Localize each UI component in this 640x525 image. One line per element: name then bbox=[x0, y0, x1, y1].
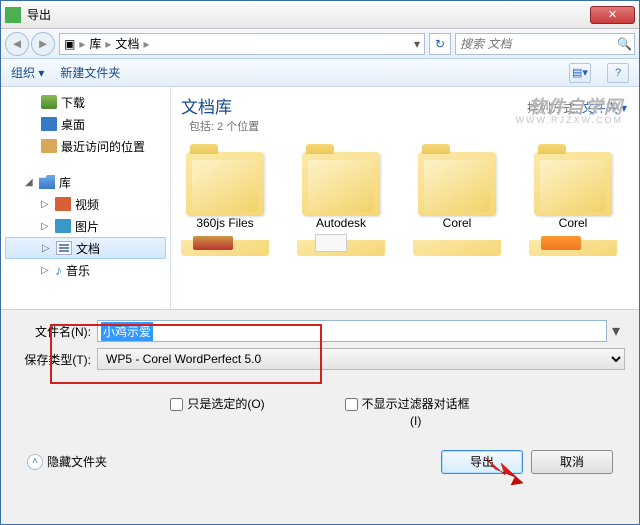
expand-icon[interactable]: ▷ bbox=[41, 221, 51, 232]
toolbar: 组织 ▾ 新建文件夹 ▤▾ ? bbox=[1, 59, 639, 87]
recent-icon bbox=[41, 139, 57, 153]
chevron-up-icon: ˄ bbox=[27, 454, 43, 470]
download-icon bbox=[41, 95, 57, 109]
new-folder-button[interactable]: 新建文件夹 bbox=[60, 64, 120, 81]
tree-videos[interactable]: ▷视频 bbox=[1, 193, 170, 215]
folder-icon bbox=[534, 152, 612, 216]
library-icon bbox=[39, 175, 55, 189]
folder-item-partial[interactable] bbox=[181, 240, 269, 256]
search-box[interactable]: 🔍 bbox=[455, 33, 635, 55]
nav-forward-button[interactable]: ► bbox=[31, 32, 55, 56]
folder-item-partial[interactable] bbox=[413, 240, 501, 256]
search-input[interactable] bbox=[460, 37, 617, 51]
view-mode-button[interactable]: ▤▾ bbox=[569, 63, 591, 83]
filetype-label: 保存类型(T): bbox=[15, 351, 97, 368]
folder-icon bbox=[186, 152, 264, 216]
filename-value: 小鸡示爱 bbox=[101, 322, 153, 341]
folder-item[interactable]: Autodesk bbox=[297, 152, 385, 230]
filename-label: 文件名(N): bbox=[15, 323, 97, 340]
export-dialog: 导出 ✕ ◄ ► ▣ ▸ 库 ▸ 文档 ▸ ▾ ↻ 🔍 组织 ▾ 新建文件夹 ▤… bbox=[0, 0, 640, 525]
expand-icon[interactable]: ▷ bbox=[41, 199, 51, 210]
organize-menu[interactable]: 组织 ▾ bbox=[11, 64, 44, 81]
tree-music[interactable]: ▷♪音乐 bbox=[1, 259, 170, 281]
no-filter-checkbox[interactable]: 不显示过滤器对话框(I) bbox=[345, 396, 470, 430]
document-icon bbox=[56, 241, 72, 255]
chevron-right-icon: ▸ bbox=[143, 37, 149, 51]
tree-recent[interactable]: 最近访问的位置 bbox=[1, 135, 170, 157]
video-icon bbox=[55, 197, 71, 211]
picture-icon bbox=[55, 219, 71, 233]
filetype-select[interactable]: WP5 - Corel WordPerfect 5.0 bbox=[97, 348, 625, 370]
folder-item[interactable]: 360js Files bbox=[181, 152, 269, 230]
breadcrumb-dropdown-icon[interactable]: ▾ bbox=[414, 37, 420, 51]
breadcrumb[interactable]: ▣ ▸ 库 ▸ 文档 ▸ ▾ bbox=[59, 33, 425, 55]
close-button[interactable]: ✕ bbox=[590, 6, 635, 24]
breadcrumb-root-icon: ▣ bbox=[64, 37, 75, 51]
chevron-right-icon: ▸ bbox=[105, 37, 111, 51]
nav-bar: ◄ ► ▣ ▸ 库 ▸ 文档 ▸ ▾ ↻ 🔍 bbox=[1, 29, 639, 59]
sort-control[interactable]: 排列方式: 文件夹 ▾ bbox=[527, 99, 627, 116]
breadcrumb-seg-libraries[interactable]: 库 bbox=[89, 35, 101, 52]
nav-tree: 下载 桌面 最近访问的位置 ◢库 ▷视频 ▷图片 ▷文档 ▷♪音乐 bbox=[1, 87, 171, 309]
nav-back-button[interactable]: ◄ bbox=[5, 32, 29, 56]
refresh-button[interactable]: ↻ bbox=[429, 33, 451, 55]
folder-icon bbox=[302, 152, 380, 216]
tree-libraries[interactable]: ◢库 bbox=[1, 171, 170, 193]
chevron-right-icon: ▸ bbox=[79, 37, 85, 51]
dropdown-icon[interactable]: ▾ bbox=[607, 321, 625, 341]
tree-documents[interactable]: ▷文档 bbox=[5, 237, 166, 259]
file-list[interactable]: 文档库 包括: 2 个位置 排列方式: 文件夹 ▾ 360js Files Au… bbox=[171, 87, 639, 309]
tree-desktop[interactable]: 桌面 bbox=[1, 113, 170, 135]
sort-value[interactable]: 文件夹 ▾ bbox=[582, 101, 627, 115]
expand-icon[interactable]: ▷ bbox=[41, 265, 51, 276]
bottom-panel: 文件名(N): 小鸡示爱 ▾ 保存类型(T): WP5 - Corel Word… bbox=[1, 309, 639, 492]
expand-icon[interactable]: ▷ bbox=[42, 243, 52, 254]
breadcrumb-seg-documents[interactable]: 文档 bbox=[115, 35, 139, 52]
folder-item-partial[interactable] bbox=[297, 240, 385, 256]
library-title: 文档库 bbox=[181, 93, 232, 118]
selected-only-checkbox[interactable]: 只是选定的(O) bbox=[170, 396, 264, 430]
titlebar[interactable]: 导出 ✕ bbox=[1, 1, 639, 29]
tree-pictures[interactable]: ▷图片 bbox=[1, 215, 170, 237]
tree-downloads[interactable]: 下载 bbox=[1, 91, 170, 113]
desktop-icon bbox=[41, 117, 57, 131]
folder-item[interactable]: Corel bbox=[413, 152, 501, 230]
filename-input[interactable]: 小鸡示爱 bbox=[97, 320, 607, 342]
search-icon: 🔍 bbox=[617, 37, 632, 51]
export-button[interactable]: 导出 bbox=[441, 450, 523, 474]
folder-item[interactable]: Corel bbox=[529, 152, 617, 230]
cancel-button[interactable]: 取消 bbox=[531, 450, 613, 474]
folder-item-partial[interactable] bbox=[529, 240, 617, 256]
app-icon bbox=[5, 7, 21, 23]
library-subtitle: 包括: 2 个位置 bbox=[189, 118, 629, 134]
window-title: 导出 bbox=[27, 6, 590, 23]
folder-icon bbox=[418, 152, 496, 216]
help-button[interactable]: ? bbox=[607, 63, 629, 83]
hide-folders-toggle[interactable]: ˄ 隐藏文件夹 bbox=[27, 453, 107, 470]
music-icon: ♪ bbox=[55, 263, 62, 277]
collapse-icon[interactable]: ◢ bbox=[25, 177, 35, 188]
